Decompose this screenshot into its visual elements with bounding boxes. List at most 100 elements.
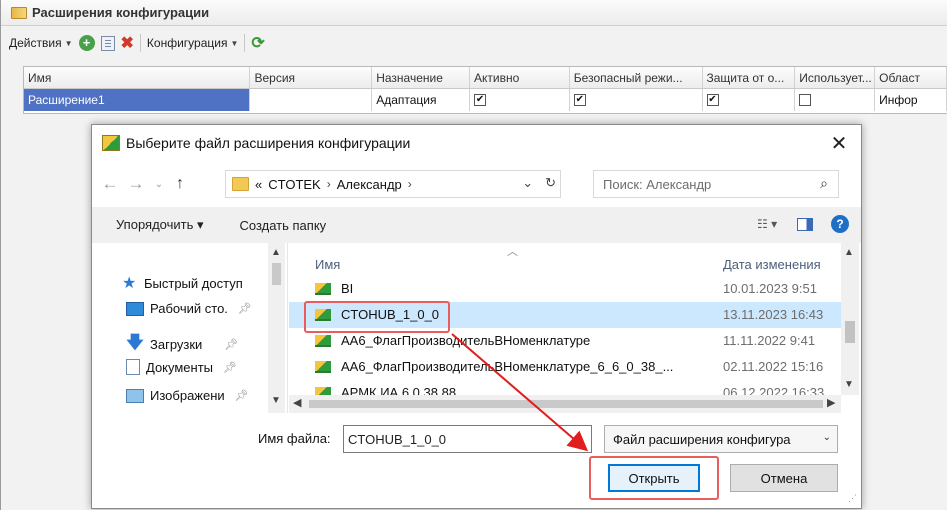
pin-icon: 📌︎	[224, 339, 239, 351]
breadcrumb-separator-icon[interactable]: ›	[327, 177, 331, 191]
file-date: 11.11.2022 9:41	[723, 333, 816, 348]
address-prefix[interactable]: «	[255, 177, 262, 192]
scroll-left-icon[interactable]: ◀	[293, 396, 301, 409]
column-header-active[interactable]: Активно	[470, 67, 570, 88]
preview-pane-icon[interactable]	[797, 217, 813, 231]
column-header-name[interactable]: Имя	[315, 257, 340, 272]
search-input[interactable]: Поиск: Александр ⌕	[593, 170, 839, 198]
table-row[interactable]: Расширение1 Адаптация ✔ ✔ ✔ Инфор	[24, 89, 947, 111]
scroll-down-icon[interactable]: ▼	[844, 379, 854, 390]
sidebar-item-pictures[interactable]: Изображени 📌︎	[126, 388, 249, 403]
column-header-date[interactable]: Дата изменения	[723, 257, 821, 272]
configuration-menu-label: Конфигурация	[146, 36, 228, 50]
file-name-label: Имя файла:	[258, 431, 331, 446]
organize-button[interactable]: Упорядочить ▾	[116, 217, 204, 233]
sort-ascending-icon: ︿	[507, 246, 518, 258]
extension-file-icon	[315, 361, 331, 373]
resize-grip-icon[interactable]: ⋰	[848, 493, 857, 504]
view-controls: ☷ ▾ ?	[757, 215, 849, 233]
command-bar: Упорядочить ▾ Создать папку ☷ ▾ ?	[92, 207, 861, 243]
file-type-value: Файл расширения конфигура	[613, 431, 791, 447]
file-row[interactable]: АА6_ФлагПроизводительВНоменклатуре_6_6_0…	[289, 354, 841, 380]
cancel-button[interactable]: Отмена	[730, 464, 838, 492]
sidebar-item-downloads[interactable]: 🡇 Загрузки 📌︎	[126, 330, 238, 359]
dialog-title-bar: Выберите файл расширения конфигурации	[92, 125, 861, 161]
active-checkbox[interactable]: ✔	[474, 94, 487, 106]
horizontal-scrollbar-thumb[interactable]	[309, 400, 823, 408]
caret-down-icon: ▼	[230, 38, 239, 48]
sidebar-item-documents[interactable]: Документы 📌︎	[126, 359, 237, 375]
delete-icon[interactable]: ✖	[121, 33, 134, 53]
cell-version	[250, 89, 373, 111]
file-row[interactable]: BI 10.01.2023 9:51	[289, 276, 841, 302]
refresh-icon[interactable]: ⟳	[251, 33, 264, 53]
column-header-protection[interactable]: Защита от о...	[703, 67, 796, 88]
window-title: Расширения конфигурации	[32, 5, 210, 20]
file-list-vertical-scrollbar[interactable]	[841, 243, 859, 395]
documents-icon	[126, 359, 140, 375]
search-placeholder: Поиск: Александр	[603, 176, 712, 192]
copy-icon[interactable]	[100, 35, 115, 51]
app-icon	[102, 135, 120, 151]
file-open-dialog: Выберите файл расширения конфигурации ✕ …	[91, 124, 862, 509]
configuration-menu-button[interactable]: Конфигурация ▼	[147, 36, 238, 50]
cell-safe-mode: ✔	[570, 89, 703, 111]
breadcrumb-separator-icon[interactable]: ›	[408, 177, 412, 191]
scroll-right-icon[interactable]: ▶	[827, 396, 835, 409]
scroll-down-icon[interactable]: ▼	[271, 395, 281, 406]
pictures-icon	[126, 388, 144, 403]
column-header-purpose[interactable]: Назначение	[372, 67, 471, 88]
chevron-down-icon: ⌄	[822, 432, 831, 443]
pin-icon: 📌︎	[234, 390, 249, 402]
address-controls: ⌄ ↻	[522, 175, 556, 191]
sidebar-item-label: Документы	[146, 359, 214, 375]
star-icon: ★	[122, 275, 137, 292]
uses-checkbox[interactable]	[799, 94, 812, 106]
column-header-uses[interactable]: Использует...	[795, 67, 876, 88]
folder-icon	[232, 177, 249, 191]
dialog-title: Выберите файл расширения конфигурации	[126, 135, 411, 151]
sidebar-item-label: Рабочий сто.	[150, 301, 228, 316]
file-name: АА6_ФлагПроизводительВНоменклатуре	[341, 333, 591, 348]
file-date: 10.01.2023 9:51	[723, 281, 817, 296]
file-type-select[interactable]: Файл расширения конфигура ⌄	[604, 425, 838, 453]
breadcrumb-user[interactable]: Александр	[337, 177, 402, 192]
column-header-area[interactable]: Област	[875, 67, 947, 88]
protection-checkbox[interactable]: ✔	[706, 94, 719, 106]
cell-uses	[795, 89, 876, 111]
scroll-up-icon[interactable]: ▲	[271, 247, 281, 258]
toolbar-separator	[244, 34, 246, 52]
new-folder-button[interactable]: Создать папку	[240, 218, 327, 233]
breadcrumb-ctotek[interactable]: CTOTEK	[268, 177, 321, 192]
help-icon[interactable]: ?	[831, 215, 849, 233]
cell-protection: ✔	[703, 89, 796, 111]
navigation-scrollbar-thumb[interactable]	[272, 263, 281, 285]
actions-menu-button[interactable]: Действия ▼	[9, 36, 73, 50]
cell-name[interactable]: Расширение1	[24, 89, 251, 111]
column-header-name[interactable]: Имя	[24, 67, 251, 88]
column-header-safe-mode[interactable]: Безопасный режи...	[570, 67, 703, 88]
toolbar-separator	[139, 34, 141, 52]
address-dropdown-icon[interactable]: ⌄	[522, 175, 533, 191]
recent-chevron-icon[interactable]: ⌄	[152, 179, 166, 190]
add-icon[interactable]: +	[78, 35, 95, 51]
safe-mode-checkbox[interactable]: ✔	[573, 94, 586, 106]
vertical-scrollbar-thumb[interactable]	[845, 321, 855, 343]
file-name-input[interactable]: CTOHUB_1_0_0	[343, 425, 592, 453]
up-arrow-icon[interactable]: ↑	[170, 175, 190, 193]
forward-arrow-icon[interactable]: →	[126, 174, 146, 194]
address-bar[interactable]: « CTOTEK › Александр › ⌄ ↻	[225, 170, 561, 198]
close-icon[interactable]: ✕	[827, 131, 851, 156]
desktop-icon	[126, 301, 144, 316]
back-arrow-icon[interactable]: ←	[100, 174, 120, 194]
sidebar-item-desktop[interactable]: Рабочий сто. 📌︎	[126, 301, 252, 316]
refresh-icon[interactable]: ↻	[545, 175, 556, 191]
scroll-up-icon[interactable]: ▲	[844, 247, 854, 258]
search-icon[interactable]: ⌕	[820, 175, 828, 192]
sidebar-item-quick-access[interactable]: ★ Быстрый доступ	[122, 273, 243, 293]
actions-menu-label: Действия	[9, 36, 62, 50]
view-options-icon[interactable]: ☷ ▾	[757, 217, 779, 231]
column-header-version[interactable]: Версия	[250, 67, 373, 88]
navigation-bar: ← → ⌄ ↑ « CTOTEK › Александр › ⌄ ↻ Поиск…	[92, 167, 861, 201]
table-header: Имя Версия Назначение Активно Безопасный…	[24, 67, 947, 89]
